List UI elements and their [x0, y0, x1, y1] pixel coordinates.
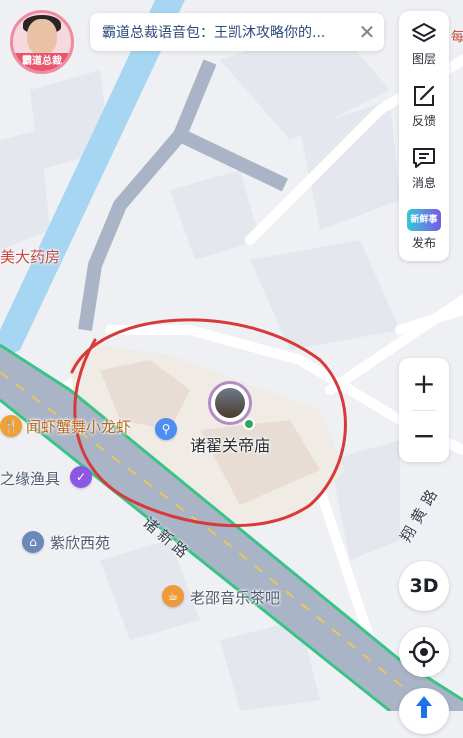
- zoom-out-button[interactable]: −: [399, 410, 449, 462]
- voice-pack-avatar[interactable]: 霸道总裁: [10, 10, 74, 74]
- temple-photo: [215, 388, 245, 418]
- teahouse-icon[interactable]: ☕: [162, 585, 184, 607]
- residence-icon[interactable]: ⌂: [22, 531, 44, 553]
- poi-temple[interactable]: 诸翟关帝庙: [190, 432, 270, 456]
- zoom-in-button[interactable]: +: [399, 358, 449, 410]
- poi-crayfish[interactable]: 闻虾蟹舞小龙虾: [26, 416, 131, 437]
- toolbar-messages-label: 消息: [411, 176, 436, 190]
- shop-icon[interactable]: ✓: [70, 466, 92, 488]
- route-icon: [416, 696, 432, 718]
- edge-poi-text: 每: [451, 30, 463, 45]
- toolbar-publish-button[interactable]: 新鲜事 发布: [399, 201, 449, 261]
- toolbar-feedback-button[interactable]: 反馈: [399, 77, 449, 137]
- layers-icon: [412, 23, 436, 42]
- message-icon: [413, 148, 435, 168]
- poi-residence[interactable]: 紫欣西苑: [50, 532, 110, 553]
- zoom-control: + −: [399, 358, 449, 462]
- banner-text: 霸道总裁语音包：王凯沐攻略你的...: [102, 25, 326, 41]
- poi-pharmacy[interactable]: 美大药房: [0, 246, 60, 267]
- restaurant-icon[interactable]: 🍴: [0, 415, 22, 437]
- locate-button[interactable]: [399, 627, 449, 677]
- voice-pack-badge: 霸道总裁: [13, 53, 71, 71]
- close-icon[interactable]: ✕: [350, 20, 384, 44]
- toolbar-messages-button[interactable]: 消息: [399, 139, 449, 199]
- publish-icon: 新鲜事: [407, 209, 441, 231]
- avatar-face: [27, 19, 57, 55]
- view-3d-button[interactable]: 3D: [399, 561, 449, 611]
- temple-marker-dot: [243, 418, 255, 430]
- toolbar-layers-label: 图层: [411, 52, 436, 66]
- toolbar-publish-label: 发布: [411, 236, 436, 250]
- locate-icon: [409, 637, 439, 667]
- poi-fishing-gear[interactable]: 之缘渔具: [0, 468, 60, 489]
- poi-teahouse[interactable]: 老邵音乐茶吧: [190, 587, 280, 608]
- voice-pack-banner[interactable]: 霸道总裁语音包：王凯沐攻略你的... ✕: [90, 13, 384, 51]
- toolbar-layers-button[interactable]: 图层: [399, 15, 449, 75]
- edit-icon: [414, 85, 435, 106]
- toolbar-feedback-label: 反馈: [411, 114, 436, 128]
- route-button[interactable]: [399, 688, 449, 734]
- restroom-icon[interactable]: ⚲: [155, 418, 177, 440]
- map-toolbar: 图层 反馈 消息 新鲜事 发布: [399, 11, 449, 261]
